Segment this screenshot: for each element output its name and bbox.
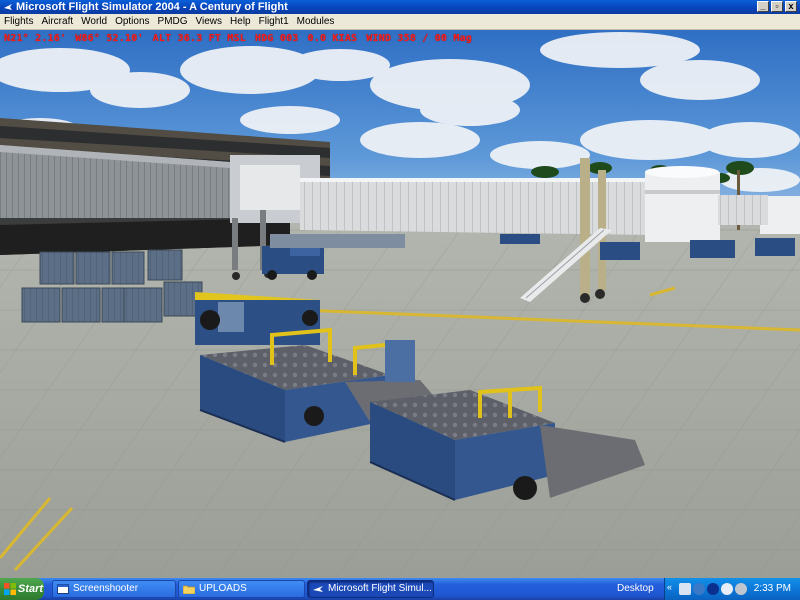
menu-help[interactable]: Help <box>226 14 255 29</box>
system-clock[interactable]: 2:33 PM <box>754 578 791 600</box>
sim-viewport[interactable]: N21° 2.16' W86° 52.10' ALT 36.3 FT MSL HDG … <box>0 30 800 578</box>
menu-pmdg[interactable]: PMDG <box>154 14 192 29</box>
tray-app-icon[interactable] <box>693 583 705 595</box>
hud-latitude: N21° 2.16' <box>4 33 67 44</box>
tray-expand-icon[interactable]: « <box>667 582 672 592</box>
hud-readout: N21° 2.16' W86° 52.10' ALT 36.3 FT MSL HDG … <box>4 33 481 44</box>
restore-button[interactable]: ▫ <box>771 1 783 12</box>
antivirus-icon[interactable] <box>707 583 719 595</box>
menu-flight1[interactable]: Flight1 <box>255 14 293 29</box>
minimize-button[interactable]: _ <box>757 1 769 12</box>
menu-bar: Flights Aircraft World Options PMDG Views Help… <box>0 14 800 30</box>
task-flight-simulator[interactable]: Microsoft Flight Simul... <box>307 580 434 598</box>
hud-altitude: ALT 36.3 FT MSL <box>152 33 246 44</box>
task-label: UPLOADS <box>199 583 247 594</box>
window-icon <box>57 584 69 594</box>
menu-world[interactable]: World <box>77 14 111 29</box>
folder-icon <box>183 585 195 594</box>
menu-options[interactable]: Options <box>111 14 153 29</box>
hud-wind: WIND 358 / 00 Mag <box>366 33 473 44</box>
task-label: Microsoft Flight Simul... <box>328 583 432 594</box>
task-screenshooter[interactable]: Screenshooter <box>52 580 176 598</box>
title-bar[interactable]: Microsoft Flight Simulator 2004 - A Cent… <box>0 0 800 14</box>
window-title: Microsoft Flight Simulator 2004 - A Cent… <box>16 1 288 13</box>
menu-flights[interactable]: Flights <box>0 14 37 29</box>
menu-aircraft[interactable]: Aircraft <box>37 14 77 29</box>
airport-scene <box>0 30 800 578</box>
close-button[interactable]: x <box>785 1 797 12</box>
task-uploads[interactable]: UPLOADS <box>178 580 305 598</box>
hud-airspeed: 0.0 KIAS <box>307 33 358 44</box>
network-icon[interactable] <box>679 583 691 595</box>
volume-icon[interactable] <box>735 583 747 595</box>
start-button[interactable]: Start <box>0 578 44 600</box>
hud-heading: HDG 003 <box>254 33 299 44</box>
hud-longitude: W86° 52.10' <box>75 33 144 44</box>
menu-views[interactable]: Views <box>192 14 227 29</box>
update-icon[interactable] <box>721 583 733 595</box>
taskbar: Start Screenshooter UPLOADS Microsoft Fl… <box>0 578 800 600</box>
desktop-toolbar-label[interactable]: Desktop <box>617 578 654 600</box>
airplane-icon <box>313 586 323 592</box>
menu-modules[interactable]: Modules <box>293 14 339 29</box>
start-label: Start <box>18 583 44 595</box>
baggage-tug <box>195 292 320 345</box>
task-label: Screenshooter <box>73 583 139 594</box>
flight-sim-icon <box>4 4 12 10</box>
windows-flag-icon <box>4 583 16 595</box>
system-tray: « 2:33 PM <box>664 578 800 600</box>
